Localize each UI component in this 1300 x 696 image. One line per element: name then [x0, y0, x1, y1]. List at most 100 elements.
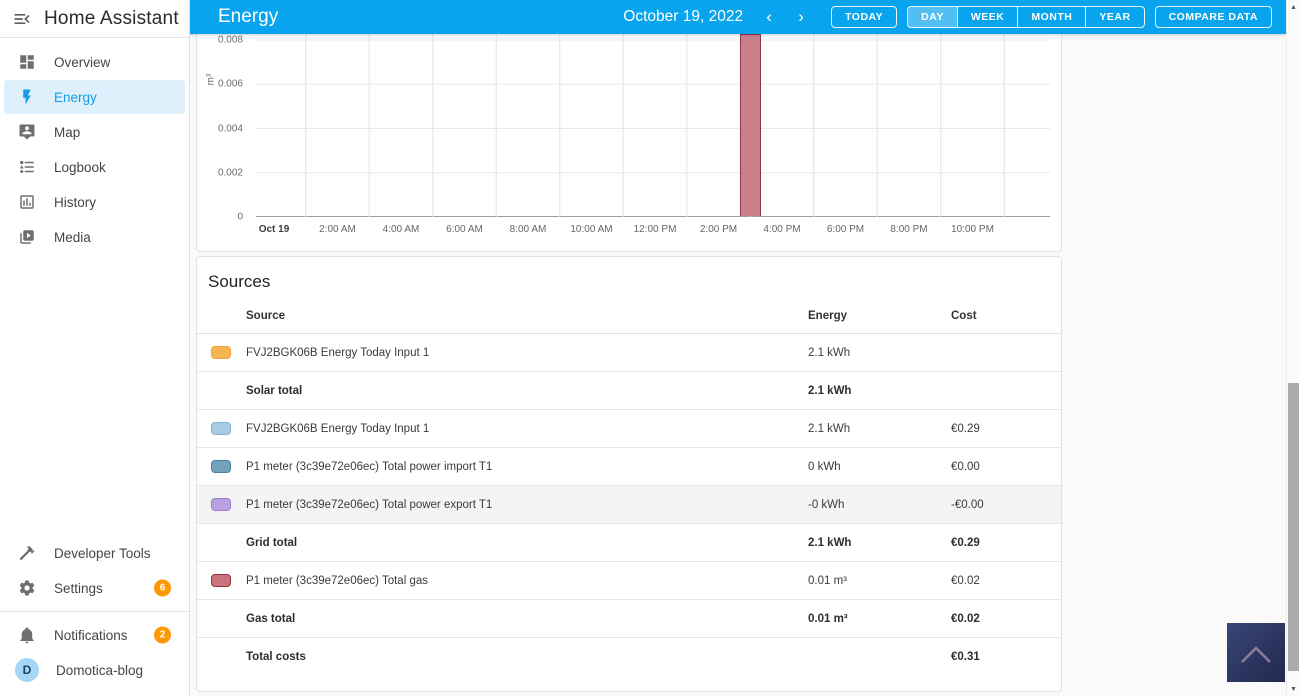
sidebar-item-overview[interactable]: Overview: [4, 45, 185, 79]
sidebar-item-notifications[interactable]: Notifications 2: [4, 618, 185, 652]
source-cell: FVJ2BGK06B Energy Today Input 1: [246, 423, 808, 435]
app-title: Home Assistant: [44, 8, 179, 30]
x-tick-label: 2:00 AM: [303, 224, 373, 235]
series-color-swatch: [211, 498, 231, 511]
chevron-up-icon: [1236, 640, 1276, 666]
series-color-swatch: [211, 422, 231, 435]
x-tick-label: 8:00 AM: [493, 224, 563, 235]
previous-day-button[interactable]: ‹: [753, 5, 785, 29]
x-tick-label: 6:00 AM: [430, 224, 500, 235]
chart-box-icon: [12, 193, 42, 211]
x-tick-label: 4:00 PM: [747, 224, 817, 235]
next-day-button[interactable]: ›: [785, 5, 817, 29]
sidebar-bottom: Developer Tools Settings 6 Notifications…: [0, 535, 189, 688]
series-color-swatch: [211, 460, 231, 473]
sources-table-header: Source Energy Cost: [197, 298, 1061, 334]
today-button[interactable]: TODAY: [831, 6, 897, 28]
scrollbar-thumb[interactable]: [1288, 383, 1299, 671]
energy-cell: 2.1 kWh: [808, 537, 951, 549]
avatar: D: [15, 658, 39, 682]
dashboard-icon: [12, 53, 42, 71]
table-row: Total costs €0.31: [197, 638, 1061, 676]
sidebar-item-developer-tools[interactable]: Developer Tools: [4, 536, 185, 570]
cost-cell: €0.02: [951, 575, 1061, 587]
cost-cell: €0.02: [951, 613, 1061, 625]
scroll-to-top-button[interactable]: [1227, 623, 1285, 682]
sidebar-item-settings[interactable]: Settings 6: [4, 571, 185, 605]
source-cell: Gas total: [246, 613, 808, 625]
energy-cell: 0.01 m³: [808, 613, 951, 625]
energy-cell: 0.01 m³: [808, 575, 951, 587]
main-content: 00.0020.0040.0060.008 m³ Oct 192:00 AM4:…: [190, 34, 1286, 696]
sources-heading: Sources: [197, 257, 1061, 298]
column-header-energy: Energy: [808, 310, 951, 322]
table-row: Grid total2.1 kWh€0.29: [197, 524, 1061, 562]
table-row: P1 meter (3c39e72e06ec) Total gas0.01 m³…: [197, 562, 1061, 600]
energy-cell: -0 kWh: [808, 499, 951, 511]
y-tick-label: 0.002: [199, 167, 243, 178]
period-month-button[interactable]: MONTH: [1018, 7, 1086, 27]
source-cell: Total costs: [246, 651, 808, 663]
period-button-group: DAY WEEK MONTH YEAR: [907, 6, 1144, 28]
scrollbar-up-arrow[interactable]: ▲: [1287, 0, 1300, 14]
table-row: P1 meter (3c39e72e06ec) Total power expo…: [197, 486, 1061, 524]
sidebar-item-profile[interactable]: D Domotica-blog: [4, 653, 185, 687]
sidebar-nav: Overview Energy Map Logbook History Medi…: [0, 38, 189, 254]
compare-data-button[interactable]: COMPARE DATA: [1155, 6, 1272, 28]
table-row: Gas total0.01 m³€0.02: [197, 600, 1061, 638]
scrollbar-down-arrow[interactable]: ▼: [1287, 682, 1300, 696]
energy-cell: 2.1 kWh: [808, 385, 951, 397]
hammer-icon: [12, 544, 42, 562]
source-cell: P1 meter (3c39e72e06ec) Total power impo…: [246, 461, 808, 473]
series-color-swatch: [211, 574, 231, 587]
period-day-button[interactable]: DAY: [908, 7, 958, 27]
logbook-list-icon: [12, 158, 42, 176]
x-tick-label: 6:00 PM: [811, 224, 881, 235]
energy-cell: 0 kWh: [808, 461, 951, 473]
x-tick-label: 10:00 PM: [938, 224, 1008, 235]
source-cell: FVJ2BGK06B Energy Today Input 1: [246, 347, 808, 359]
sources-card: Sources Source Energy Cost FVJ2BGK06B En…: [196, 256, 1062, 692]
period-week-button[interactable]: WEEK: [958, 7, 1019, 27]
current-date-label: October 19, 2022: [623, 8, 743, 26]
sidebar-item-history[interactable]: History: [4, 185, 185, 219]
page-title: Energy: [218, 6, 278, 28]
source-cell: P1 meter (3c39e72e06ec) Total power expo…: [246, 499, 808, 511]
energy-cell: 2.1 kWh: [808, 423, 951, 435]
menu-open-icon[interactable]: [0, 9, 44, 29]
notifications-badge: 2: [154, 627, 171, 644]
x-tick-label: 10:00 AM: [557, 224, 627, 235]
source-cell: P1 meter (3c39e72e06ec) Total gas: [246, 575, 808, 587]
y-tick-label: 0.008: [199, 35, 243, 46]
app-header: Energy October 19, 2022 ‹ › TODAY DAY WE…: [190, 0, 1286, 34]
sources-table-body: FVJ2BGK06B Energy Today Input 12.1 kWhSo…: [197, 334, 1061, 676]
gas-consumption-chart-card: 00.0020.0040.0060.008 m³ Oct 192:00 AM4:…: [196, 34, 1062, 252]
sidebar-header: Home Assistant: [0, 0, 189, 38]
sidebar-item-energy[interactable]: Energy: [4, 80, 185, 114]
column-header-cost: Cost: [951, 310, 1061, 322]
sidebar-item-map[interactable]: Map: [4, 115, 185, 149]
x-tick-label: Oct 19: [239, 224, 309, 235]
chart-y-axis: 00.0020.0040.0060.008: [197, 34, 245, 217]
window-scrollbar: ▲ ▼: [1286, 0, 1300, 696]
gas-bar[interactable]: [740, 34, 761, 216]
table-row: FVJ2BGK06B Energy Today Input 12.1 kWh€0…: [197, 410, 1061, 448]
cost-cell: €0.29: [951, 423, 1061, 435]
period-year-button[interactable]: YEAR: [1086, 7, 1143, 27]
source-cell: Grid total: [246, 537, 808, 549]
sidebar-divider: [0, 611, 189, 612]
sidebar-item-logbook[interactable]: Logbook: [4, 150, 185, 184]
gear-icon: [12, 579, 42, 597]
sidebar: Home Assistant Overview Energy Map Logbo…: [0, 0, 190, 696]
cost-cell: €0.29: [951, 537, 1061, 549]
cost-cell: -€0.00: [951, 499, 1061, 511]
cost-cell: €0.31: [951, 651, 1061, 663]
table-row: FVJ2BGK06B Energy Today Input 12.1 kWh: [197, 334, 1061, 372]
chart-gridlines: [256, 34, 1050, 217]
media-play-icon: [12, 228, 42, 246]
header-controls: October 19, 2022 ‹ › TODAY DAY WEEK MONT…: [623, 5, 1272, 29]
chart-x-axis: Oct 192:00 AM4:00 AM6:00 AM8:00 AM10:00 …: [256, 224, 1050, 244]
sidebar-item-media[interactable]: Media: [4, 220, 185, 254]
settings-badge: 6: [154, 580, 171, 597]
map-person-icon: [12, 123, 42, 141]
